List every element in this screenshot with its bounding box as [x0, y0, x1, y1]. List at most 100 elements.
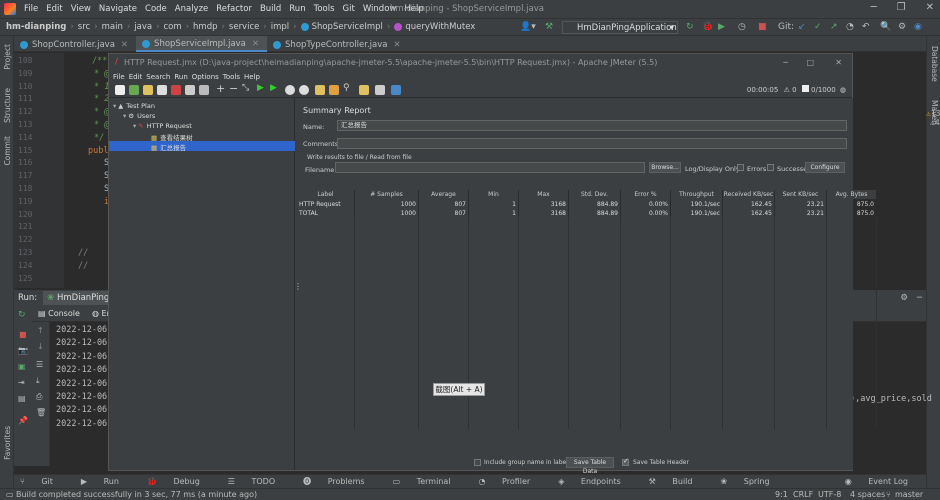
menu-run[interactable]: Run: [289, 4, 305, 14]
table-header[interactable]: Max: [519, 190, 569, 199]
menu-tools[interactable]: Tools: [314, 4, 335, 14]
pin-icon[interactable]: 📌: [18, 416, 28, 425]
tool-window-spring[interactable]: ❀ Spring: [720, 477, 783, 486]
help-icon[interactable]: [391, 85, 401, 95]
editor-tab[interactable]: ShopTypeController.java ✕: [267, 36, 409, 52]
table-header[interactable]: Avg. Bytes: [827, 190, 877, 199]
git-history-icon[interactable]: ◔: [846, 22, 854, 32]
filename-input[interactable]: [335, 162, 645, 173]
line-separator[interactable]: CRLF: [793, 490, 813, 499]
menu-file[interactable]: File: [24, 4, 38, 14]
breadcrumb-item[interactable]: queryWithMutex: [405, 22, 475, 32]
tree-node[interactable]: ▾ ▲ Test Plan: [113, 102, 155, 110]
jmeter-menu-run[interactable]: Run: [174, 73, 187, 81]
tool-window-git[interactable]: ⑂ Git: [20, 477, 67, 486]
errors-checkbox[interactable]: [737, 164, 744, 171]
new-icon[interactable]: [115, 85, 125, 95]
git-commit-icon[interactable]: ✓: [814, 22, 822, 32]
breadcrumb-item[interactable]: src: [78, 22, 90, 32]
structure-tool-button[interactable]: Structure: [3, 88, 12, 123]
tool-window-run[interactable]: ▶ Run: [81, 477, 133, 486]
database-tool-button[interactable]: Database: [930, 46, 939, 82]
splitter-handle[interactable]: ⋮: [294, 282, 302, 291]
favorites-tool-button[interactable]: Favorites: [3, 426, 12, 460]
editor-tab[interactable]: ShopServiceImpl.java ✕: [136, 36, 268, 52]
close-tab-icon[interactable]: ✕: [252, 39, 259, 49]
menu-build[interactable]: Build: [260, 4, 281, 14]
table-header[interactable]: Label: [297, 190, 355, 199]
expand-arrow-icon[interactable]: ▾: [113, 102, 116, 110]
hide-icon[interactable]: ─: [917, 293, 922, 303]
settings-icon[interactable]: ⚙: [900, 293, 908, 303]
update-icon[interactable]: ◉: [914, 22, 922, 32]
stop-icon[interactable]: ■: [758, 22, 767, 32]
file-encoding[interactable]: UTF-8: [818, 490, 841, 499]
save-table-data-button[interactable]: Save Table Data: [566, 457, 614, 475]
templates-icon[interactable]: [129, 85, 139, 95]
camera-icon[interactable]: 📷: [18, 346, 28, 355]
breadcrumb-item[interactable]: impl: [271, 22, 289, 32]
include-group-checkbox[interactable]: [474, 459, 481, 466]
configure-button[interactable]: Configure: [805, 162, 845, 173]
exit-icon[interactable]: ⇥: [18, 378, 25, 387]
clear-icon[interactable]: [315, 85, 325, 95]
coverage-icon[interactable]: ▶: [718, 22, 725, 32]
tool-window-debug[interactable]: 🐞 Debug: [147, 477, 214, 486]
commit-tool-button[interactable]: Commit: [3, 136, 12, 165]
function-helper-icon[interactable]: [375, 85, 385, 95]
menu-code[interactable]: Code: [145, 4, 167, 14]
jmeter-menu-edit[interactable]: Edit: [129, 73, 143, 81]
collapse-icon[interactable]: −: [229, 82, 238, 95]
breadcrumb-item[interactable]: com: [163, 22, 181, 32]
print-icon[interactable]: ⎙: [36, 392, 42, 402]
jmeter-menu-file[interactable]: File: [113, 73, 125, 81]
table-row[interactable]: TOTAL 1000 807 1 3168 884.89 0.00% 190.1/sec 162…: [297, 209, 877, 218]
open-icon[interactable]: [143, 85, 153, 95]
inspection-widget[interactable]: ⚠13 ⚠4: [926, 109, 940, 127]
stop-icon[interactable]: [285, 85, 295, 95]
indent-setting[interactable]: 4 spaces: [850, 490, 885, 499]
table-header[interactable]: Std. Dev.: [569, 190, 621, 199]
reset-search-icon[interactable]: [359, 85, 369, 95]
menu-view[interactable]: View: [71, 4, 91, 14]
cut-icon[interactable]: [171, 85, 181, 95]
close-tab-icon[interactable]: ✕: [121, 40, 128, 50]
minimize-icon[interactable]: ─: [871, 2, 877, 13]
git-push-icon[interactable]: ↗: [830, 22, 838, 32]
toggle-icon[interactable]: ⤡: [242, 83, 249, 93]
rerun-icon[interactable]: ↻: [18, 310, 26, 320]
table-header[interactable]: Error %: [621, 190, 671, 199]
close-window-icon[interactable]: ✕: [926, 2, 934, 13]
breadcrumb-item[interactable]: main: [102, 22, 123, 32]
breadcrumb-item[interactable]: hm-dianping: [6, 22, 66, 32]
table-header[interactable]: # Samples: [355, 190, 419, 199]
add-user-icon[interactable]: 👤▾: [520, 22, 536, 32]
summary-table[interactable]: Label # Samples Average Min Max Std. Dev. Erro…: [297, 190, 877, 466]
rollback-icon[interactable]: ↶: [862, 22, 870, 32]
table-header[interactable]: Throughput: [671, 190, 723, 199]
jmeter-menu-tools[interactable]: Tools: [223, 73, 240, 81]
browse-button[interactable]: Browse...: [649, 162, 681, 173]
remote-icon[interactable]: ◍: [840, 86, 846, 94]
tool-window-endpoints[interactable]: ◈ Endpoints: [558, 477, 634, 486]
scroll-to-end-icon[interactable]: ⤓: [36, 376, 40, 386]
menu-refactor[interactable]: Refactor: [216, 4, 252, 14]
close-tab-icon[interactable]: ✕: [393, 40, 400, 50]
tree-node[interactable]: ▦ 汇总报告: [143, 142, 186, 152]
table-header[interactable]: Min: [469, 190, 519, 199]
shutdown-icon[interactable]: [299, 85, 309, 95]
search-binoculars-icon[interactable]: ⚲: [343, 83, 350, 93]
jmeter-menu-options[interactable]: Options: [192, 73, 219, 81]
restore-icon[interactable]: ❐: [897, 2, 906, 13]
tool-window-build[interactable]: ⚒ Build: [649, 477, 707, 486]
expand-icon[interactable]: +: [216, 82, 225, 95]
settings-icon[interactable]: ⚙: [898, 22, 906, 32]
start-icon[interactable]: ▶: [257, 83, 264, 93]
expand-arrow-icon[interactable]: ▾: [123, 112, 126, 120]
breadcrumb-item[interactable]: java: [134, 22, 152, 32]
search-icon[interactable]: 🔍: [880, 22, 891, 32]
comments-input[interactable]: [337, 138, 847, 149]
maximize-icon[interactable]: □: [806, 58, 814, 67]
git-update-icon[interactable]: ↙: [798, 22, 806, 32]
event-log-button[interactable]: ◉ Event Log: [845, 477, 922, 486]
